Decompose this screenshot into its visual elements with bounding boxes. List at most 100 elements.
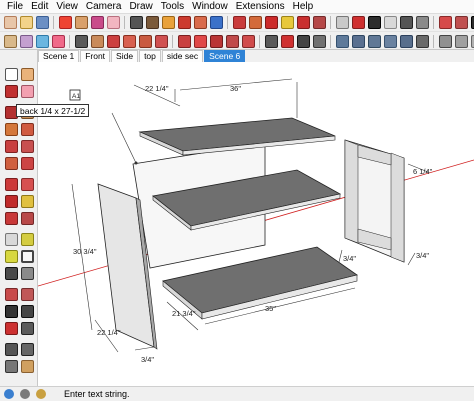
open-folder-icon[interactable] — [19, 16, 33, 29]
pan-left-icon[interactable] — [21, 288, 34, 301]
iso-view-icon[interactable] — [335, 34, 349, 48]
section-left-icon[interactable] — [21, 360, 34, 373]
zoom-left-icon[interactable] — [5, 305, 18, 318]
follow-me-left-icon[interactable] — [21, 195, 34, 208]
move-icon[interactable] — [232, 16, 246, 29]
rotate-alt-icon[interactable] — [209, 34, 223, 48]
paint-icon[interactable] — [3, 34, 17, 48]
look-around-left-icon[interactable] — [5, 360, 18, 373]
paint-bucket-icon[interactable] — [90, 16, 104, 29]
scene-tab-6[interactable]: Scene 6 — [204, 50, 246, 62]
dimension-left-icon[interactable] — [21, 233, 34, 246]
pie-left-icon[interactable] — [21, 157, 34, 170]
axes-icon[interactable] — [399, 16, 413, 29]
pie-icon[interactable] — [122, 34, 136, 48]
front-view-icon[interactable] — [367, 34, 381, 48]
arc-icon[interactable] — [209, 16, 223, 29]
menu-tools[interactable]: Tools — [157, 0, 188, 14]
protractor-icon[interactable] — [367, 16, 381, 29]
rotate-icon[interactable] — [264, 16, 278, 29]
menu-file[interactable]: File — [3, 0, 27, 14]
component-icon[interactable] — [74, 16, 88, 29]
menu-view[interactable]: View — [52, 0, 82, 14]
line-tool-icon[interactable] — [129, 16, 143, 29]
axes-left-icon[interactable] — [5, 267, 18, 280]
pan-icon[interactable] — [454, 16, 468, 29]
scale-alt-icon[interactable] — [225, 34, 239, 48]
tape-measure-icon[interactable] — [335, 16, 349, 29]
previous-view-icon[interactable] — [21, 322, 34, 335]
walk-left-icon[interactable] — [21, 343, 34, 356]
tape-left-icon[interactable] — [5, 233, 18, 246]
make-component-icon[interactable] — [21, 68, 34, 81]
zoom-extents-left-icon[interactable] — [5, 322, 18, 335]
freehand-alt-icon[interactable] — [90, 34, 104, 48]
zoom-icon[interactable] — [470, 16, 474, 29]
scale-left-icon[interactable] — [5, 212, 18, 225]
protractor-left-icon[interactable] — [5, 250, 18, 263]
position-camera-left-icon[interactable] — [5, 343, 18, 356]
dimension-icon[interactable] — [351, 16, 365, 29]
save-icon[interactable] — [35, 16, 49, 29]
info-icon[interactable] — [4, 389, 14, 399]
eraser-icon[interactable] — [106, 16, 120, 29]
follow-me-icon[interactable] — [280, 16, 294, 29]
polygon-icon[interactable] — [193, 16, 207, 29]
back-view-icon[interactable] — [399, 34, 413, 48]
push-pull-icon[interactable] — [248, 16, 262, 29]
move-left-icon[interactable] — [5, 178, 18, 191]
menu-edit[interactable]: Edit — [27, 0, 52, 14]
move-alt-icon[interactable] — [177, 34, 191, 48]
menu-window[interactable]: Window — [188, 0, 232, 14]
protractor-alt-icon[interactable] — [296, 34, 310, 48]
dimension-alt-icon[interactable] — [280, 34, 294, 48]
wireframe-icon[interactable] — [454, 34, 468, 48]
3d-text-icon[interactable] — [415, 16, 429, 29]
push-alt-icon[interactable] — [193, 34, 207, 48]
menu-help[interactable]: Help — [289, 0, 318, 14]
polygon-alt-icon[interactable] — [154, 34, 168, 48]
rectangle-left-icon[interactable] — [5, 123, 18, 136]
rectangle-icon[interactable] — [161, 16, 175, 29]
orbit-left-icon[interactable] — [5, 288, 18, 301]
3d-text-left-icon[interactable] — [21, 267, 34, 280]
circle-alt-icon[interactable] — [138, 34, 152, 48]
scene-tab-1[interactable]: Scene 1 — [38, 50, 80, 62]
text-left-icon[interactable] — [21, 250, 34, 263]
menu-draw[interactable]: Draw — [125, 0, 156, 14]
sandbox-icon[interactable] — [35, 34, 49, 48]
scene-tab-side-sec[interactable]: side sec — [161, 50, 204, 62]
xray-icon[interactable] — [438, 34, 452, 48]
new-file-icon[interactable] — [3, 16, 17, 29]
line-alt-icon[interactable] — [74, 34, 88, 48]
select-arrow-icon[interactable] — [5, 68, 18, 81]
left-view-icon[interactable] — [415, 34, 429, 48]
geolocation-icon[interactable] — [20, 389, 30, 399]
rotate-left-icon[interactable] — [5, 195, 18, 208]
arc-alt-icon[interactable] — [106, 34, 120, 48]
circle-icon[interactable] — [177, 16, 191, 29]
text-tool-icon[interactable] — [383, 16, 397, 29]
circle-left-icon[interactable] — [5, 140, 18, 153]
menu-camera[interactable]: Camera — [82, 0, 126, 14]
tape-alt-icon[interactable] — [264, 34, 278, 48]
offset-left-icon[interactable] — [21, 212, 34, 225]
select-tool-icon[interactable] — [58, 16, 72, 29]
scene-tab-side[interactable]: Side — [111, 50, 139, 62]
paint-bucket-left-icon[interactable] — [5, 85, 18, 98]
scene-tab-top[interactable]: top — [139, 50, 161, 62]
push-pull-left-icon[interactable] — [21, 178, 34, 191]
style-icon[interactable] — [19, 34, 33, 48]
orbit-icon[interactable] — [438, 16, 452, 29]
eraser-alt-icon[interactable] — [51, 34, 65, 48]
offset-icon[interactable] — [312, 16, 326, 29]
model-viewport[interactable]: 22 1/4" 36" 30 3/4" 22 1/4" 3/4" 21 3/4"… — [38, 62, 474, 386]
rotated-rect-icon[interactable] — [21, 123, 34, 136]
label-icon[interactable] — [312, 34, 326, 48]
top-view-icon[interactable] — [351, 34, 365, 48]
offset-alt-icon[interactable] — [241, 34, 255, 48]
freehand-icon[interactable] — [145, 16, 159, 29]
scene-tab-front[interactable]: Front — [80, 50, 111, 62]
scale-icon[interactable] — [296, 16, 310, 29]
menu-extensions[interactable]: Extensions — [232, 0, 289, 14]
